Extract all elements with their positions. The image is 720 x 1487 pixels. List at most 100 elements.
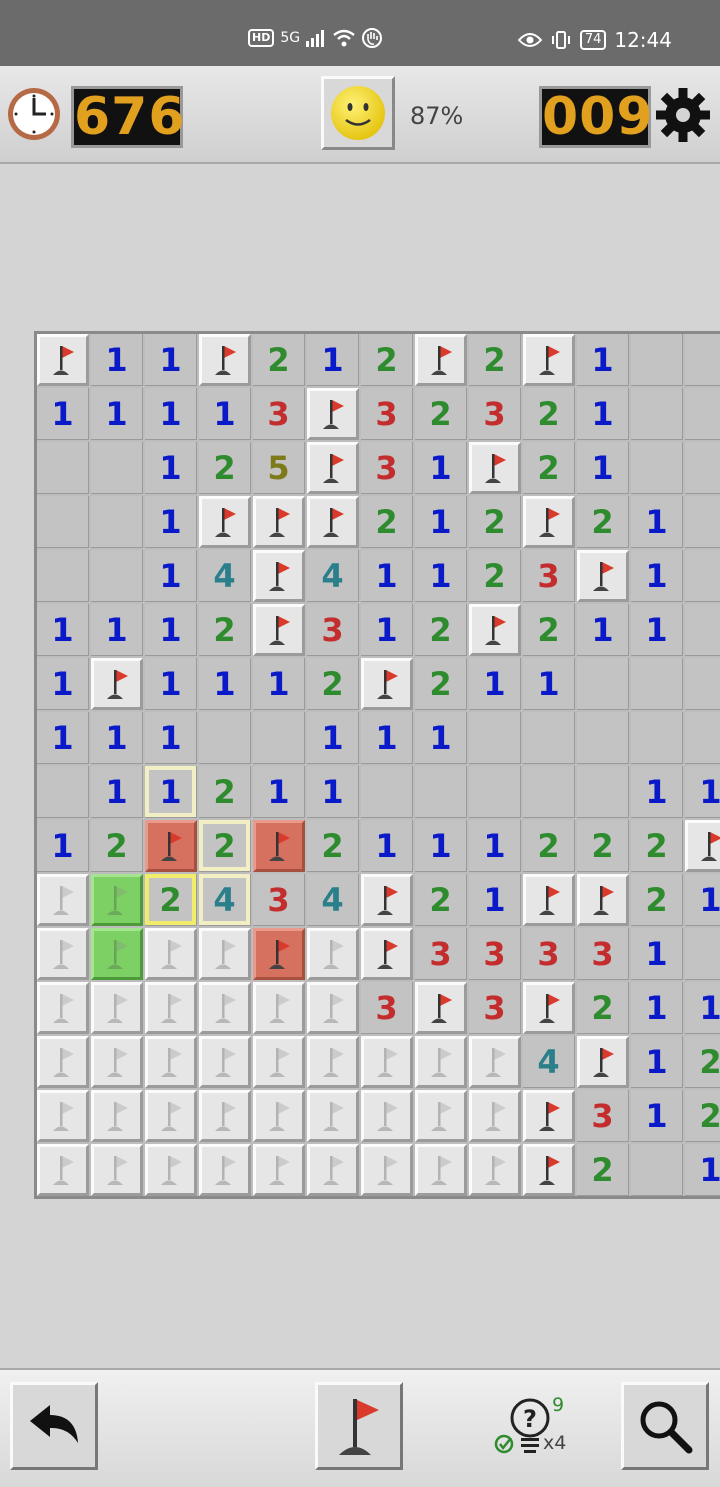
number-cell[interactable]: 1 xyxy=(199,658,251,710)
empty-cell[interactable] xyxy=(37,766,89,818)
empty-cell[interactable] xyxy=(631,334,683,386)
covered-cell[interactable] xyxy=(361,1036,413,1088)
empty-cell[interactable] xyxy=(523,766,575,818)
number-cell[interactable]: 1 xyxy=(145,334,197,386)
empty-cell[interactable] xyxy=(37,442,89,494)
number-cell[interactable]: 1 xyxy=(199,388,251,440)
empty-cell[interactable] xyxy=(469,712,521,764)
covered-cell[interactable] xyxy=(469,1090,521,1142)
number-cell[interactable]: 1 xyxy=(361,550,413,602)
flagged-cell[interactable] xyxy=(361,658,413,710)
number-cell[interactable]: 2 xyxy=(91,820,143,872)
number-cell[interactable]: 1 xyxy=(631,550,683,602)
covered-cell[interactable] xyxy=(37,1090,89,1142)
covered-cell[interactable] xyxy=(253,982,305,1034)
covered-cell[interactable] xyxy=(37,982,89,1034)
covered-cell[interactable] xyxy=(253,1036,305,1088)
empty-cell[interactable] xyxy=(631,712,683,764)
covered-cell[interactable] xyxy=(145,982,197,1034)
number-cell[interactable]: 1 xyxy=(37,820,89,872)
number-cell[interactable]: 3 xyxy=(361,442,413,494)
flagged-cell[interactable] xyxy=(577,550,629,602)
empty-cell[interactable] xyxy=(577,658,629,710)
number-cell[interactable]: 1 xyxy=(685,874,720,926)
number-cell[interactable]: 1 xyxy=(91,334,143,386)
empty-cell[interactable] xyxy=(685,928,720,980)
covered-cell[interactable] xyxy=(145,1036,197,1088)
empty-cell[interactable] xyxy=(631,442,683,494)
empty-cell[interactable] xyxy=(577,712,629,764)
flagged-cell[interactable] xyxy=(37,334,89,386)
number-cell[interactable]: 3 xyxy=(469,928,521,980)
number-cell[interactable]: 1 xyxy=(469,820,521,872)
covered-cell[interactable] xyxy=(415,1090,467,1142)
covered-cell[interactable] xyxy=(307,1144,359,1196)
number-cell[interactable]: 1 xyxy=(307,766,359,818)
covered-cell[interactable] xyxy=(91,1090,143,1142)
number-cell[interactable]: 2 xyxy=(469,550,521,602)
number-cell[interactable]: 2 xyxy=(361,334,413,386)
number-cell[interactable]: 1 xyxy=(415,550,467,602)
number-cell[interactable]: 2 xyxy=(523,820,575,872)
number-cell[interactable]: 1 xyxy=(145,604,197,656)
covered-cell[interactable] xyxy=(253,1090,305,1142)
number-cell[interactable]: 2 xyxy=(631,820,683,872)
number-cell[interactable]: 1 xyxy=(37,712,89,764)
number-cell[interactable]: 3 xyxy=(469,982,521,1034)
number-cell[interactable]: 2 xyxy=(523,388,575,440)
empty-cell[interactable] xyxy=(469,766,521,818)
flagged-cell[interactable] xyxy=(199,334,251,386)
wrong-flag-cell[interactable] xyxy=(145,820,197,872)
flagged-cell[interactable] xyxy=(199,496,251,548)
number-cell[interactable]: 1 xyxy=(523,658,575,710)
number-cell[interactable]: 2 xyxy=(415,658,467,710)
number-cell[interactable]: 2 xyxy=(307,820,359,872)
number-cell[interactable]: 2 xyxy=(199,442,251,494)
number-cell[interactable]: 1 xyxy=(145,712,197,764)
covered-cell[interactable] xyxy=(361,1090,413,1142)
flagged-cell[interactable] xyxy=(253,550,305,602)
number-cell[interactable]: 1 xyxy=(253,766,305,818)
number-cell[interactable]: 2 xyxy=(415,604,467,656)
covered-cell[interactable] xyxy=(469,1144,521,1196)
flagged-cell[interactable] xyxy=(361,928,413,980)
number-cell[interactable]: 2 xyxy=(199,604,251,656)
number-cell[interactable]: 3 xyxy=(307,604,359,656)
empty-cell[interactable] xyxy=(91,496,143,548)
flagged-cell[interactable] xyxy=(253,496,305,548)
empty-cell[interactable] xyxy=(685,496,720,548)
search-button[interactable] xyxy=(621,1382,709,1470)
number-cell[interactable]: 2 xyxy=(469,334,521,386)
covered-cell[interactable] xyxy=(307,1090,359,1142)
safe-hint-cell[interactable] xyxy=(91,874,143,926)
number-cell[interactable]: 3 xyxy=(577,928,629,980)
empty-cell[interactable] xyxy=(685,388,720,440)
empty-cell[interactable] xyxy=(91,442,143,494)
number-cell[interactable]: 2 xyxy=(307,658,359,710)
number-cell[interactable]: 3 xyxy=(361,388,413,440)
covered-cell[interactable] xyxy=(145,1090,197,1142)
number-cell[interactable]: 3 xyxy=(523,550,575,602)
number-cell[interactable]: 1 xyxy=(415,442,467,494)
flagged-cell[interactable] xyxy=(91,658,143,710)
number-cell[interactable]: 1 xyxy=(469,658,521,710)
number-cell[interactable]: 2 xyxy=(577,820,629,872)
flagged-cell[interactable] xyxy=(361,874,413,926)
number-cell[interactable]: 1 xyxy=(685,766,720,818)
number-cell[interactable]: 1 xyxy=(91,388,143,440)
gear-icon[interactable] xyxy=(654,86,712,144)
covered-cell[interactable] xyxy=(91,1036,143,1088)
number-cell[interactable]: 2 xyxy=(577,1144,629,1196)
covered-cell[interactable] xyxy=(307,928,359,980)
empty-cell[interactable] xyxy=(631,658,683,710)
number-cell[interactable]: 1 xyxy=(415,496,467,548)
number-cell[interactable]: 1 xyxy=(631,1090,683,1142)
covered-cell[interactable] xyxy=(145,1144,197,1196)
number-cell[interactable]: 1 xyxy=(631,766,683,818)
number-cell[interactable]: 1 xyxy=(577,604,629,656)
covered-cell[interactable] xyxy=(253,1144,305,1196)
number-cell[interactable]: 2 xyxy=(253,334,305,386)
number-cell[interactable]: 1 xyxy=(631,928,683,980)
number-cell[interactable]: 1 xyxy=(145,550,197,602)
number-cell[interactable]: 1 xyxy=(631,1036,683,1088)
